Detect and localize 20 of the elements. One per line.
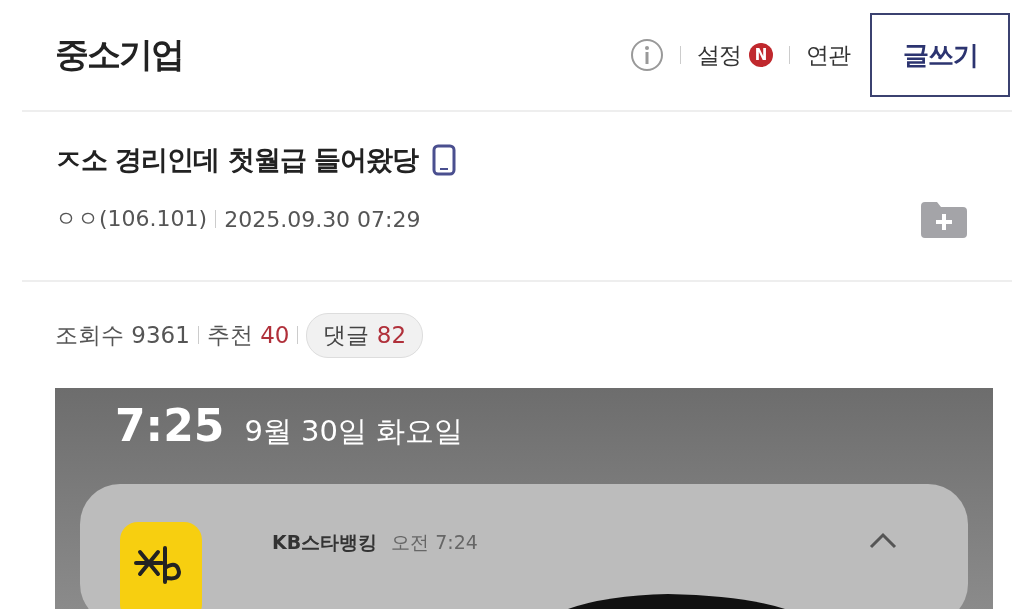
comments-button[interactable]: 댓글 82 (306, 312, 424, 358)
new-badge: N (749, 43, 773, 67)
board-title: 중소기업 (55, 33, 183, 76)
lock-time: 7:25 (115, 400, 225, 451)
app-name: KB스타뱅킹 (272, 530, 378, 555)
post-date: 2025.09.30 07:29 (224, 206, 421, 232)
write-button[interactable]: 글쓰기 (870, 13, 1010, 97)
stat-text: 추천 40 (206, 320, 290, 350)
settings-link[interactable]: 설정 (697, 39, 741, 71)
add-folder-icon[interactable] (921, 200, 967, 238)
post-title: ㅈ소 경리인데 첫월급 들어왔당 (55, 143, 419, 177)
lock-date: 9월 30일 화요일 (244, 413, 464, 450)
stat-text: 조회수 9361 (55, 320, 190, 350)
author-name[interactable]: ㅇㅇ(106.101) (55, 204, 208, 234)
notification-time: 오전 7:24 (391, 530, 478, 555)
kb-app-icon (120, 522, 202, 609)
info-icon[interactable] (630, 38, 664, 72)
related-link[interactable]: 연관 (806, 39, 850, 71)
caret-icon[interactable] (868, 532, 898, 550)
mobile-phone-icon (432, 144, 457, 176)
